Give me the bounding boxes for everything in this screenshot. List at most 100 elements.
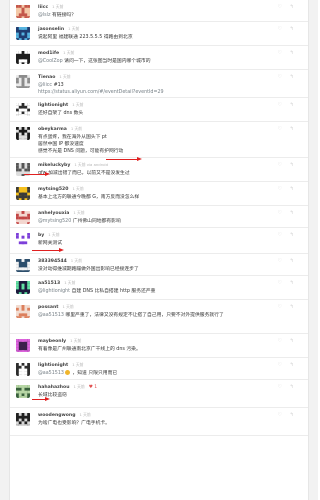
heart-icon[interactable]: ♡	[278, 280, 282, 286]
heart-icon[interactable]: ♡	[278, 210, 282, 216]
username-link[interactable]: mod1ife	[38, 51, 59, 56]
reply-meta: woodengwong 1 天前	[38, 411, 91, 419]
mention-link[interactable]: @liicc	[38, 83, 52, 88]
heart-icon[interactable]: ♡	[278, 412, 282, 418]
heart-icon[interactable]: ♡	[278, 186, 282, 192]
mention-link[interactable]: @lslz	[38, 13, 50, 18]
heart-icon[interactable]: ♡	[278, 4, 282, 10]
username-link[interactable]: jasonselin	[38, 27, 64, 32]
avatar[interactable]	[16, 304, 30, 318]
username-link[interactable]: hahahazhou	[38, 385, 69, 390]
heart-icon[interactable]: ♡	[278, 50, 282, 56]
username-link[interactable]: anhelyouxia	[38, 211, 69, 216]
reply-time: 1 天前	[72, 362, 84, 367]
heart-icon[interactable]: ♡	[278, 26, 282, 32]
avatar[interactable]	[16, 126, 30, 140]
reply-arrow-icon[interactable]: ↰	[290, 74, 294, 80]
username-link[interactable]: mikeluckyby	[38, 163, 70, 168]
reply-arrow-icon[interactable]: ↰	[290, 304, 294, 310]
mention-link[interactable]: @aa51513	[38, 371, 64, 376]
heart-icon[interactable]: ♡	[278, 362, 282, 368]
avatar-pattern	[16, 75, 30, 88]
avatar[interactable]	[16, 74, 30, 88]
reply-arrow-icon[interactable]: ↰	[290, 412, 294, 418]
heart-icon[interactable]: ♡	[278, 384, 282, 390]
username-link[interactable]: by	[38, 233, 44, 238]
heart-icon[interactable]: ♡	[278, 338, 282, 344]
username-link[interactable]: woodengwong	[38, 413, 75, 418]
reply-content: @lslz 有链接吗？	[38, 12, 278, 19]
avatar[interactable]	[16, 210, 30, 224]
reply-item: jasonselin 1 天前 说起阿里 福建联通 223.5.5.5 得路由到北京…	[10, 22, 308, 46]
reply-arrow-icon[interactable]: ↰	[290, 210, 294, 216]
reply-text: 居然中国 IP 都没速度	[38, 142, 84, 147]
reply-line: @CoolZop 请问一下，这张图当时是国内哪个城市的	[38, 58, 278, 65]
avatar[interactable]	[16, 102, 30, 116]
username-link[interactable]: Tienao	[38, 75, 55, 80]
reply-line: @aa51513 哪里严重了，法律又没有规定不让搭了自己用，只要不对外提供服务就…	[38, 312, 278, 319]
reply-arrow-icon[interactable]: ↰	[290, 186, 294, 192]
mention-link[interactable]: @CoolZop	[38, 59, 63, 64]
reply-time: 1 天前	[79, 412, 91, 417]
heart-icon[interactable]: ♡	[278, 258, 282, 264]
reply-arrow-icon[interactable]: ↰	[290, 4, 294, 10]
username-link[interactable]: mytsing520	[38, 187, 68, 192]
reply-arrow-icon[interactable]: ↰	[290, 280, 294, 286]
reply-arrow-icon[interactable]: ↰	[290, 162, 294, 168]
heart-icon[interactable]: ♡	[278, 304, 282, 310]
reply-content: 没对动得维减期路蹦做外国出影响已经接连步了	[38, 266, 278, 273]
page: liicc 1 天前 @lslz 有链接吗？ ♡ ↰ jasonselin 1 天前 说起阿里…	[0, 0, 318, 500]
reply-meta: hahahazhou 1 天前 ♥ 1	[38, 383, 97, 391]
heart-icon[interactable]: ♡	[278, 74, 282, 80]
avatar[interactable]	[16, 338, 30, 352]
reply-arrow-icon[interactable]: ↰	[290, 362, 294, 368]
reply-text: 广州佛山同地都有影响	[71, 219, 121, 224]
mention-link[interactable]: @aa51513	[38, 313, 64, 318]
avatar[interactable]	[16, 258, 30, 272]
avatar[interactable]	[16, 26, 30, 40]
avatar-pattern	[16, 103, 30, 116]
reply-content: @CoolZop 请问一下，这张图当时是国内哪个城市的	[38, 58, 278, 65]
heart-icon[interactable]: ♡	[278, 126, 282, 132]
mention-link[interactable]: @lightionight	[38, 289, 70, 294]
mention-link[interactable]: @mytsing520	[38, 219, 71, 224]
reply-line: 没对动得维减期路蹦做外国出影响已经接连步了	[38, 266, 278, 273]
username-link[interactable]: lightionight	[38, 363, 68, 368]
username-link[interactable]: obeykarma	[38, 127, 67, 132]
avatar[interactable]	[16, 4, 30, 18]
reply-time: 1 天前	[73, 210, 85, 215]
reply-arrow-icon[interactable]: ↰	[290, 384, 294, 390]
reply-arrow-icon[interactable]: ↰	[290, 26, 294, 32]
reply-arrow-icon[interactable]: ↰	[290, 232, 294, 238]
avatar[interactable]	[16, 412, 30, 426]
reply-arrow-icon[interactable]: ↰	[290, 338, 294, 344]
reply-arrow-icon[interactable]: ↰	[290, 102, 294, 108]
heart-icon[interactable]: ♡	[278, 162, 282, 168]
heart-icon[interactable]: ♡	[278, 232, 282, 238]
username-link[interactable]: 383394544	[38, 259, 67, 264]
avatar[interactable]	[16, 50, 30, 64]
heart-count: ♥ 1	[88, 385, 98, 390]
reply-arrow-icon[interactable]: ↰	[290, 50, 294, 56]
reply-arrow-icon[interactable]: ↰	[290, 126, 294, 132]
username-link[interactable]: possant	[38, 305, 58, 310]
reply-item: mytsing520 1 天前 基本上北方的联通今晚都 G，南方反而没怎么样 ♡ ↰	[10, 182, 308, 206]
heart-icon[interactable]: ♡	[278, 102, 282, 108]
avatar[interactable]	[16, 232, 30, 246]
reply-meta: Tienao 1 天前	[38, 73, 71, 81]
reply-arrow-icon[interactable]: ↰	[290, 258, 294, 264]
reply-text: ，知道 只限只用而已	[70, 371, 118, 376]
username-link[interactable]: liicc	[38, 5, 48, 10]
username-link[interactable]: maybeonly	[38, 339, 66, 344]
reply-time: 1 天前	[70, 126, 83, 131]
avatar[interactable]	[16, 362, 30, 376]
avatar[interactable]	[16, 280, 30, 294]
reply-meta: jasonselin 1 天前	[38, 25, 79, 33]
reply-time: 1 天前	[73, 384, 85, 389]
avatar[interactable]	[16, 384, 30, 398]
username-link[interactable]: aa51513	[38, 281, 60, 286]
avatar[interactable]	[16, 186, 30, 200]
reply-text[interactable]: https://status.aliyun.com/#/eventDetail?…	[38, 90, 164, 95]
reply-text: 哪里严重了，法律又没有规定不让搭了自己用，只要不对外提供服务就行了	[63, 313, 224, 318]
username-link[interactable]: lightionight	[38, 103, 68, 108]
